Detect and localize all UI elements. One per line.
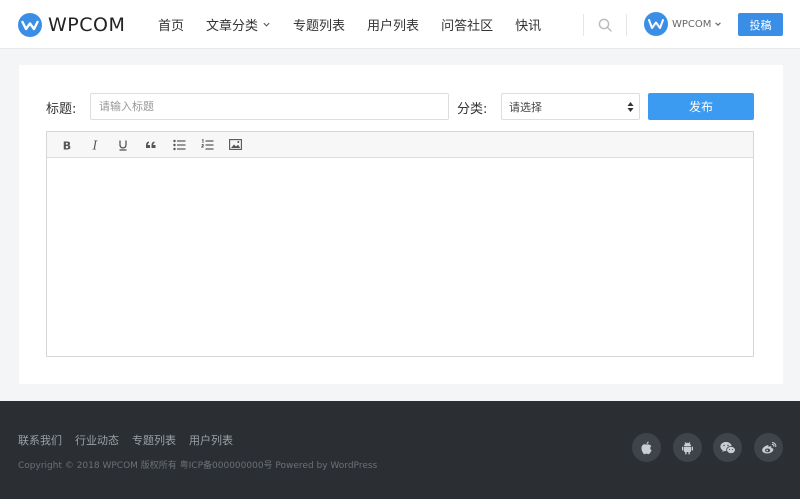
category-select[interactable]: 请选择 xyxy=(501,93,640,120)
user-menu[interactable]: WPCOM xyxy=(644,12,722,36)
footer-links: 联系我们 行业动态 专题列表 用户列表 xyxy=(18,432,246,448)
chevron-down-icon xyxy=(715,22,722,26)
search-button[interactable] xyxy=(594,14,616,36)
logo-icon xyxy=(18,13,42,37)
nav-label: 快讯 xyxy=(515,19,542,34)
weibo-icon xyxy=(761,441,776,453)
nav-item-categories[interactable]: 文章分类 xyxy=(206,15,271,34)
category-selected-value: 请选择 xyxy=(509,100,542,114)
italic-button[interactable]: I xyxy=(81,132,109,158)
category-label: 分类: xyxy=(457,102,488,117)
nav-item-news[interactable]: 快讯 xyxy=(515,15,541,34)
nav-item-home[interactable]: 首页 xyxy=(158,15,184,34)
nav-label: 问答社区 xyxy=(441,19,494,34)
title-label: 标题: xyxy=(46,102,77,117)
quote-icon xyxy=(146,141,156,148)
select-arrows-icon xyxy=(627,102,634,112)
chevron-down-icon xyxy=(263,22,270,27)
logo-icon xyxy=(648,19,664,29)
site-footer: 联系我们 行业动态 专题列表 用户列表 Copyright © 2018 WPC… xyxy=(0,401,800,499)
site-header: WPCOM 首页 文章分类 专题列表 用户列表 问答社区 快讯 WPCOM 投稿 xyxy=(0,0,800,49)
bulleted-list-button[interactable] xyxy=(165,132,193,158)
submit-post-button[interactable]: 投稿 xyxy=(738,13,783,36)
bold-icon: B xyxy=(63,139,71,151)
avatar xyxy=(644,12,668,36)
wechat-button[interactable] xyxy=(713,433,742,462)
android-icon xyxy=(682,441,693,454)
header-divider xyxy=(583,14,584,36)
svg-text:I: I xyxy=(92,139,98,151)
quote-button[interactable] xyxy=(137,132,165,158)
bold-button[interactable]: B xyxy=(53,132,81,158)
wechat-icon xyxy=(719,441,736,454)
underline-icon xyxy=(119,140,127,151)
nav-item-users[interactable]: 用户列表 xyxy=(367,15,419,34)
header-divider xyxy=(626,14,627,36)
title-input[interactable] xyxy=(90,93,449,120)
image-icon xyxy=(228,139,242,150)
editor-content-area[interactable] xyxy=(47,158,753,356)
publish-button[interactable]: 发布 xyxy=(648,93,754,120)
footer-link-users[interactable]: 用户列表 xyxy=(189,432,233,448)
copyright-text: Copyright © 2018 WPCOM 版权所有 粤ICP备0000000… xyxy=(18,461,378,471)
underline-button[interactable] xyxy=(109,132,137,158)
image-button[interactable] xyxy=(221,132,249,158)
nav-label: 用户列表 xyxy=(367,19,420,34)
nav-item-qa[interactable]: 问答社区 xyxy=(441,15,493,34)
numbered-list-button[interactable] xyxy=(193,132,221,158)
search-icon xyxy=(598,18,612,32)
numbered-list-icon xyxy=(200,138,213,150)
rich-text-editor: B I xyxy=(46,131,754,357)
footer-link-topics[interactable]: 专题列表 xyxy=(132,432,176,448)
footer-link-industry-news[interactable]: 行业动态 xyxy=(75,432,119,448)
editor-toolbar: B I xyxy=(47,132,753,158)
apple-icon xyxy=(641,441,652,454)
main-nav: 首页 文章分类 专题列表 用户列表 问答社区 快讯 xyxy=(158,0,563,49)
bulleted-list-icon xyxy=(172,139,185,150)
apple-button[interactable] xyxy=(632,433,661,462)
nav-label: 专题列表 xyxy=(293,19,346,34)
site-logo[interactable]: WPCOM xyxy=(18,12,125,38)
logo-text: WPCOM xyxy=(48,14,126,36)
nav-label: 首页 xyxy=(158,19,185,34)
android-button[interactable] xyxy=(673,433,702,462)
nav-label: 文章分类 xyxy=(206,19,259,34)
footer-link-contact[interactable]: 联系我们 xyxy=(18,432,62,448)
italic-icon: I xyxy=(92,139,98,151)
weibo-button[interactable] xyxy=(754,433,783,462)
user-name: WPCOM xyxy=(672,18,712,30)
nav-item-topics[interactable]: 专题列表 xyxy=(293,15,345,34)
svg-text:B: B xyxy=(63,139,71,151)
